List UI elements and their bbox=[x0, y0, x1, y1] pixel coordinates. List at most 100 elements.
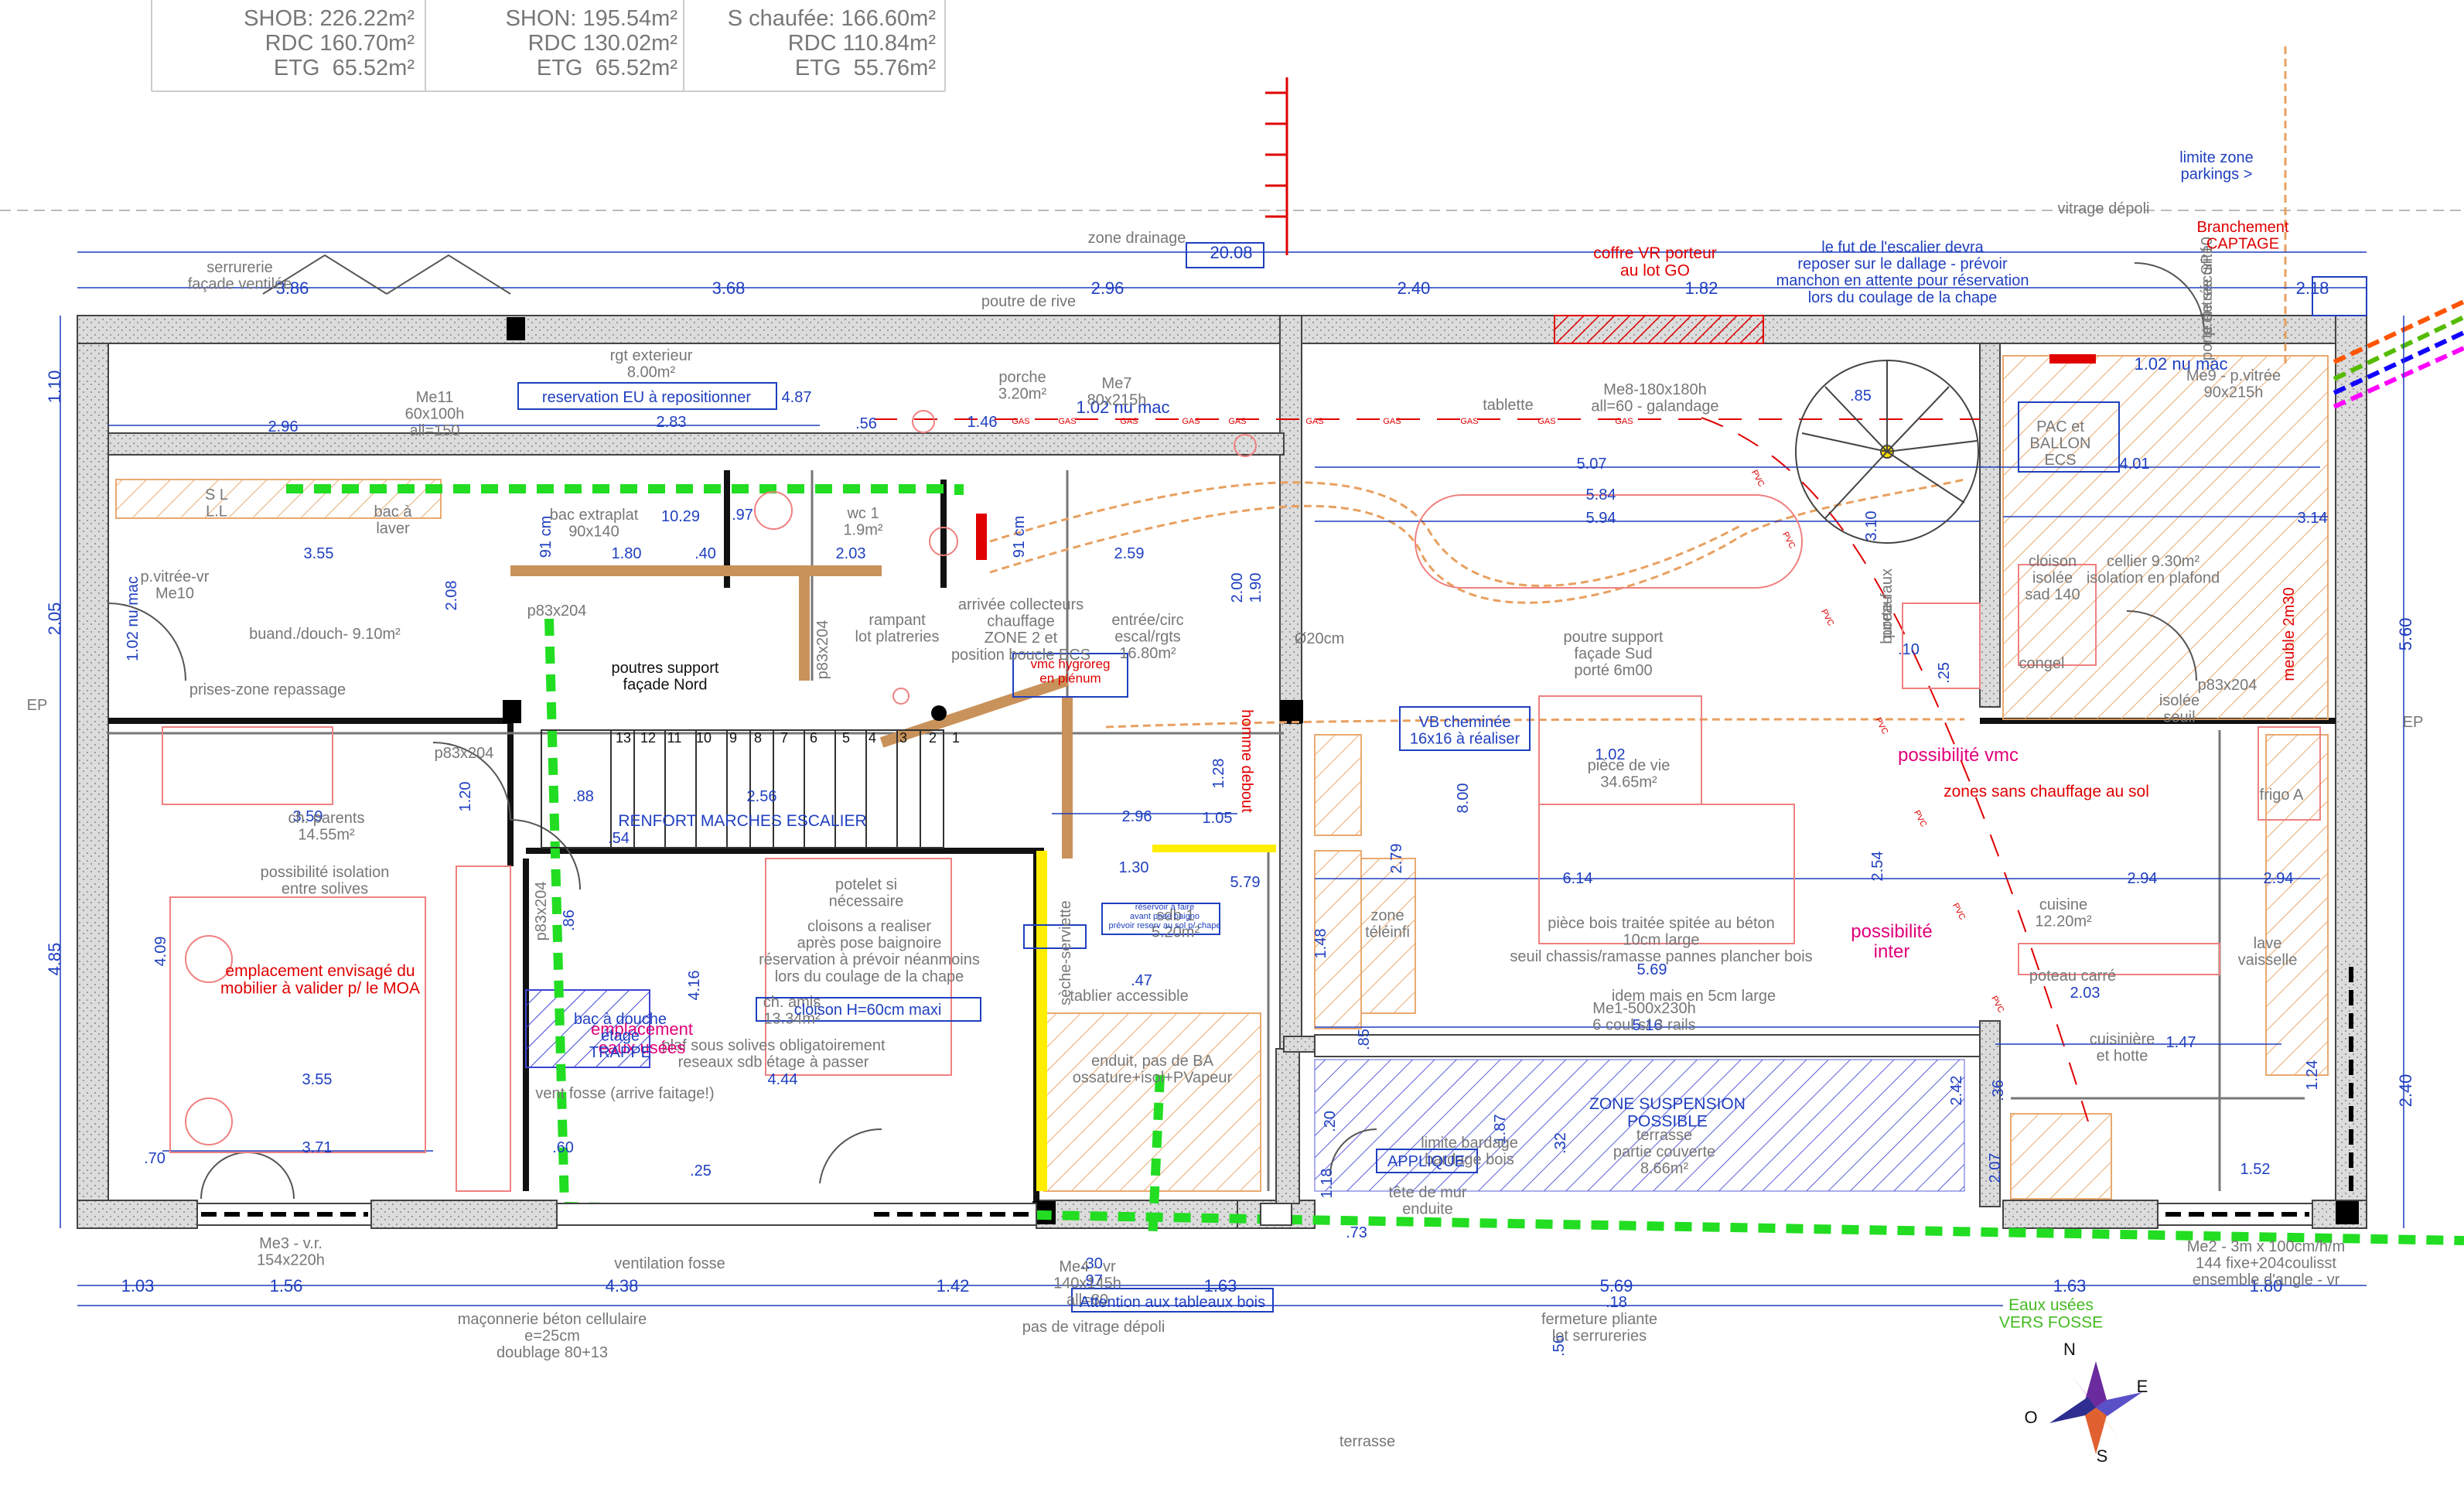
cm-91-b: 91 cm bbox=[1011, 516, 1028, 558]
serrurerie-line-1: serrurerie bbox=[206, 259, 273, 276]
me1-line-2: 6 coul s/ 3 rails bbox=[1592, 1017, 1695, 1034]
pvc-label-1: PVC bbox=[1749, 469, 1766, 489]
cuisine-line-2: 12.20m² bbox=[2035, 913, 2092, 930]
gas-label-8: GAS bbox=[1460, 417, 1478, 426]
eaux-usees-fosse-line-1: Eaux usées bbox=[2008, 1296, 2094, 1314]
pvc-label-6: PVC bbox=[1950, 902, 1967, 922]
dim-inner-12: 2.03 bbox=[836, 545, 866, 562]
dim-inner-16: 5.84 bbox=[1586, 486, 1616, 504]
porte-serie-line-2: porte de sécurité bbox=[2199, 245, 2216, 360]
cloisons-realiser-line-3: réservation à prévoir néanmoins bbox=[759, 951, 980, 968]
ch-parents-line-1: ch. parents bbox=[288, 810, 365, 827]
me11-line-3: all=150 bbox=[409, 422, 459, 439]
plaf-solives-line-1: plaf sous solives obligatoirement bbox=[661, 1037, 885, 1054]
frigo: frigo A bbox=[2260, 787, 2304, 804]
cuisiniere-line-2: et hotte bbox=[2097, 1048, 2148, 1065]
dim-inner-32: .70 bbox=[144, 1150, 166, 1167]
vmc-hygro-line-2: en plénum bbox=[1039, 671, 1101, 685]
dim-left-1: 1.10 bbox=[45, 370, 64, 404]
coffre-vr-label-line-1: coffre VR porteur bbox=[1593, 244, 1717, 262]
dim-inner-55: 1.52 bbox=[2240, 1161, 2271, 1178]
ps-sl-line-1: S L bbox=[205, 486, 228, 504]
gas-label-7: GAS bbox=[1383, 417, 1401, 426]
me4-line-1: Me4 - vr bbox=[1059, 1258, 1116, 1275]
pvc-label-5: PVC bbox=[1912, 809, 1928, 829]
bac-douche-line-3: TRAPPE bbox=[589, 1044, 651, 1061]
arrivee-collecteurs-line-1: arrivée collecteurs bbox=[958, 596, 1084, 613]
p83-rampant: p83x204 bbox=[814, 620, 831, 680]
enduit-line-2: ossature+isol+PVapeur bbox=[1073, 1070, 1233, 1087]
entree-circ-line-1: entrée/circ bbox=[1111, 612, 1183, 629]
gas-label-9: GAS bbox=[1537, 417, 1555, 426]
me2-line-3: ensemble d'angle - vr bbox=[2193, 1272, 2340, 1289]
diam-20cm: Ø20cm bbox=[1295, 630, 1344, 647]
rgt-exterieur-line-2: 8.00m² bbox=[627, 364, 676, 381]
maconnerie-line-3: doublage 80+13 bbox=[497, 1344, 608, 1361]
dim-inner-18: 3.14 bbox=[2298, 510, 2328, 527]
tete-mur-line-2: enduite bbox=[1402, 1201, 1453, 1218]
dim-inner-5: 3.55 bbox=[304, 545, 334, 562]
dim-inner-60: .73 bbox=[1346, 1224, 1367, 1241]
serrurerie-line-2: façade ventilée bbox=[188, 276, 292, 293]
emplacement-mobilier-line-2: mobilier à valider p/ le MOA bbox=[220, 980, 420, 998]
cellier-line-2: isolation en plafond bbox=[2087, 570, 2220, 587]
dim-inner-9: .97 bbox=[732, 507, 753, 524]
cloisons-realiser-line-1: cloisons a realiser bbox=[807, 918, 931, 935]
dim-inner-33: 4.16 bbox=[686, 971, 703, 1001]
me9-line-2: 90x215h bbox=[2204, 384, 2264, 401]
dim-inner-39: 2.94 bbox=[2264, 870, 2294, 887]
dim-inner-21: 2.00 bbox=[1229, 573, 1246, 603]
gas-label-3: GAS bbox=[1120, 417, 1138, 426]
rgt-exterieur-line-1: rgt exterieur bbox=[610, 347, 693, 364]
terrasse: terrasse bbox=[1340, 1433, 1395, 1450]
dim-top-seg-5: 1.82 bbox=[1685, 278, 1718, 298]
piece-bois-line-3: seuil chassis/ramasse pannes plancher bo… bbox=[1510, 948, 1812, 965]
dim-inner-23: 1.28 bbox=[1210, 759, 1227, 789]
applique: APPLIQUE bbox=[1387, 1153, 1465, 1170]
dim-inner-46: 8.00 bbox=[1455, 783, 1472, 814]
me3-line-2: 154x220h bbox=[257, 1252, 325, 1269]
plan-labels: 20.083.86 3.68 2.96 2.40 1.82 2.181.03 1.56 4.3… bbox=[27, 149, 2424, 1466]
bac-extraplat-line-2: 90x140 bbox=[568, 524, 619, 541]
me11-line-1: Me11 bbox=[416, 389, 454, 406]
poutre-rive: poutre de rive bbox=[981, 293, 1076, 310]
dim-inner-1: 2.96 bbox=[268, 418, 299, 435]
potelet-line-1: potelet si bbox=[835, 876, 897, 893]
dim-top-seg-3: 2.96 bbox=[1091, 278, 1124, 298]
dim-inner-42: 3.10 bbox=[1863, 511, 1880, 541]
dim-top-total: 20.08 bbox=[1210, 243, 1252, 262]
cellier-line-1: cellier 9.30m² bbox=[2107, 553, 2200, 570]
lave-vaisselle-line-1: lave bbox=[2254, 935, 2282, 952]
stair-step-10: 10 bbox=[696, 730, 712, 746]
piece-vie-line-2: 34.65m² bbox=[1600, 774, 1657, 791]
cuisiniere-line-1: cuisinière bbox=[2090, 1031, 2155, 1048]
bardage-line-1: limite bardage bbox=[1421, 1135, 1518, 1152]
ep-left: EP bbox=[27, 697, 48, 714]
potelet-line-2: nécessaire bbox=[829, 893, 904, 910]
bac-douche-line-1: bac à douche bbox=[574, 1011, 667, 1028]
entree-circ-line-3: 16.80m² bbox=[1119, 645, 1176, 662]
dim-inner-53: .32 bbox=[1552, 1132, 1569, 1154]
dim-bottom-seg-4: 1.42 bbox=[937, 1276, 970, 1296]
poteau-carre: poteau carré bbox=[2029, 968, 2116, 985]
terrasse-couverte-line-3: 8.66m² bbox=[1640, 1160, 1689, 1177]
me1-line-1: Me1-500x230h bbox=[1592, 1000, 1695, 1017]
dim-inner-66: 1.18 bbox=[1319, 1169, 1336, 1199]
emplacement-mobilier-line-1: emplacement envisagé du bbox=[225, 962, 415, 980]
dim-inner-10: .40 bbox=[694, 545, 716, 562]
tablette: tablette bbox=[1483, 397, 1534, 414]
arrivee-collecteurs-line-3: ZONE 2 et bbox=[985, 630, 1058, 647]
enduit-line-1: enduit, pas de BA bbox=[1091, 1053, 1214, 1070]
me7-line-2: 80x215h bbox=[1087, 392, 1147, 409]
dim-inner-59: 2.42 bbox=[1948, 1076, 1965, 1106]
stair-step-7: 7 bbox=[780, 730, 788, 746]
reservoir-line-1: réservoir à faire bbox=[1135, 903, 1194, 912]
dim-left-3: 4.85 bbox=[45, 943, 64, 976]
stair-step-3: 3 bbox=[899, 730, 907, 746]
reservoir-line-2: avant pose baigno bbox=[1130, 912, 1200, 921]
fut-escalier-line-4: lors du coulage de la chape bbox=[1808, 289, 1998, 306]
pvc-label-2: PVC bbox=[1780, 531, 1797, 551]
dim-top-seg-6: 2.18 bbox=[2296, 278, 2329, 298]
piece-bois-line-1: pièce bois traitée spitée au béton bbox=[1548, 915, 1775, 932]
cloisons-realiser-line-2: après pose baignoire bbox=[797, 935, 942, 952]
